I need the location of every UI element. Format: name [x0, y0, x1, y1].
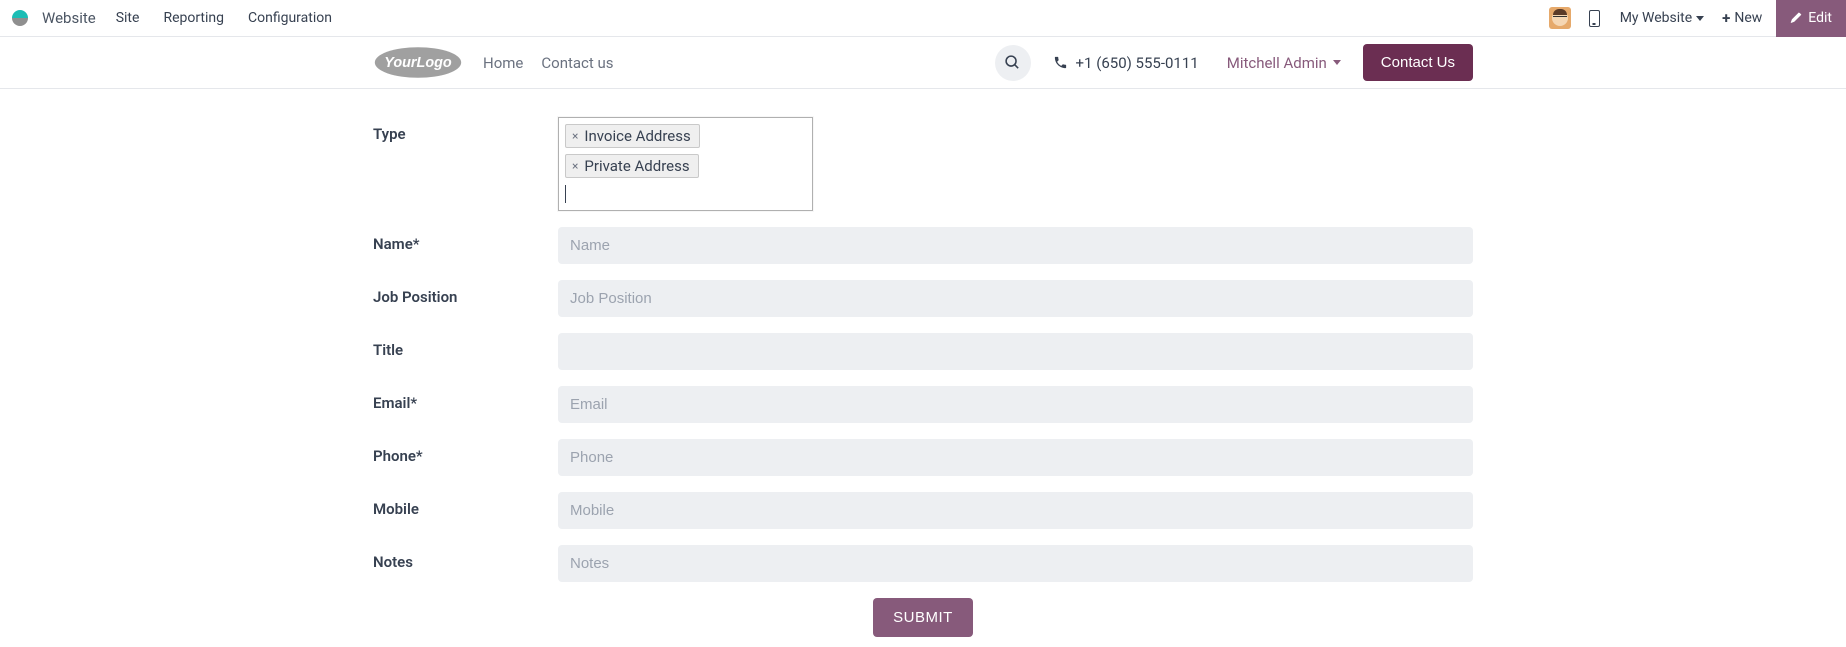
row-email: Email* [373, 386, 1473, 423]
plus-icon: + [1722, 9, 1730, 27]
label-notes: Notes [373, 545, 558, 571]
tag-input-cursor-line[interactable] [565, 184, 806, 204]
system-toolbar-right: My Website + New Edit [1549, 0, 1846, 36]
menu-site[interactable]: Site [116, 10, 140, 26]
row-name: Name* [373, 227, 1473, 264]
phone-display: +1 (650) 555-0111 [1053, 54, 1199, 72]
avatar[interactable] [1549, 7, 1571, 29]
tag-label: Invoice Address [584, 127, 690, 145]
system-toolbar-left: Website Site Reporting Configuration [0, 8, 332, 28]
caret-down-icon [1333, 60, 1341, 65]
edit-label: Edit [1808, 10, 1832, 26]
row-type: Type × Invoice Address × Private Address [373, 117, 1473, 211]
label-name: Name* [373, 227, 558, 253]
menu-reporting[interactable]: Reporting [163, 10, 224, 26]
caret-down-icon [1696, 16, 1704, 21]
brand-logo[interactable]: YourLogo [373, 45, 463, 80]
notes-input[interactable] [558, 545, 1473, 582]
type-tag-input[interactable]: × Invoice Address × Private Address [558, 117, 813, 211]
row-title: Title [373, 333, 1473, 370]
phone-number: +1 (650) 555-0111 [1076, 54, 1199, 72]
phone-icon [1053, 55, 1068, 70]
admin-dropdown[interactable]: Mitchell Admin [1227, 54, 1341, 72]
tag-label: Private Address [584, 157, 689, 175]
label-job: Job Position [373, 280, 558, 306]
system-toolbar: Website Site Reporting Configuration My … [0, 0, 1846, 37]
nav-links: Home Contact us [483, 54, 614, 72]
row-phone: Phone* [373, 439, 1473, 476]
label-type: Type [373, 117, 558, 143]
label-phone: Phone* [373, 439, 558, 465]
phone-input[interactable] [558, 439, 1473, 476]
mobile-preview-icon[interactable] [1589, 10, 1600, 27]
search-icon [1004, 54, 1021, 71]
my-website-label: My Website [1620, 10, 1692, 26]
system-menu: Site Reporting Configuration [116, 10, 332, 26]
app-name[interactable]: Website [42, 9, 96, 27]
site-nav: YourLogo Home Contact us +1 (650) 555-01… [0, 37, 1846, 89]
tag-remove-icon[interactable]: × [572, 159, 578, 173]
job-position-input[interactable] [558, 280, 1473, 317]
nav-home[interactable]: Home [483, 54, 523, 72]
contact-us-button[interactable]: Contact Us [1363, 44, 1473, 81]
my-website-dropdown[interactable]: My Website [1620, 10, 1704, 26]
label-mobile: Mobile [373, 492, 558, 518]
label-email: Email* [373, 386, 558, 412]
title-input[interactable] [558, 333, 1473, 370]
admin-name: Mitchell Admin [1227, 54, 1327, 72]
row-job: Job Position [373, 280, 1473, 317]
name-input[interactable] [558, 227, 1473, 264]
new-label: New [1734, 10, 1762, 26]
search-button[interactable] [995, 45, 1031, 81]
odoo-logo-icon[interactable] [10, 8, 30, 28]
submit-row: SUBMIT [373, 598, 1473, 647]
menu-configuration[interactable]: Configuration [248, 10, 332, 26]
email-input[interactable] [558, 386, 1473, 423]
edit-button[interactable]: Edit [1776, 0, 1846, 37]
tag-remove-icon[interactable]: × [572, 129, 578, 143]
row-notes: Notes [373, 545, 1473, 582]
tag-invoice-address: × Invoice Address [565, 124, 700, 148]
tag-private-address: × Private Address [565, 154, 699, 178]
nav-contact-us[interactable]: Contact us [541, 54, 613, 72]
new-button[interactable]: + New [1722, 9, 1762, 27]
row-mobile: Mobile [373, 492, 1473, 529]
submit-button[interactable]: SUBMIT [873, 598, 973, 637]
svg-text:YourLogo: YourLogo [384, 55, 452, 71]
pencil-icon [1790, 12, 1802, 24]
mobile-input[interactable] [558, 492, 1473, 529]
contact-form: Type × Invoice Address × Private Address… [373, 89, 1473, 647]
label-title: Title [373, 333, 558, 359]
